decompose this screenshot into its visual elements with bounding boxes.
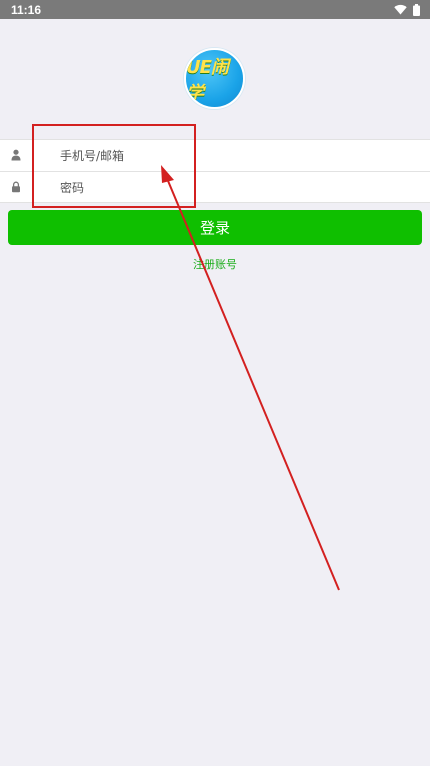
battery-icon: [413, 3, 420, 16]
login-form: [0, 139, 430, 203]
status-time: 11:16: [11, 2, 42, 17]
password-row: [0, 172, 430, 203]
status-bar: 11:16: [0, 0, 430, 19]
register-link[interactable]: 注册账号: [165, 256, 265, 272]
annotation-arrow: [161, 165, 340, 591]
app-logo: UE闹学: [184, 48, 245, 109]
lock-icon: [12, 181, 20, 193]
wifi-icon: [394, 4, 407, 15]
username-input[interactable]: [60, 144, 410, 168]
password-input[interactable]: [60, 176, 410, 200]
logo-text: UE闹学: [186, 56, 229, 104]
username-row: [0, 140, 430, 171]
user-icon: [11, 149, 21, 161]
status-icons: [394, 3, 420, 16]
login-button[interactable]: 登录: [8, 210, 422, 245]
